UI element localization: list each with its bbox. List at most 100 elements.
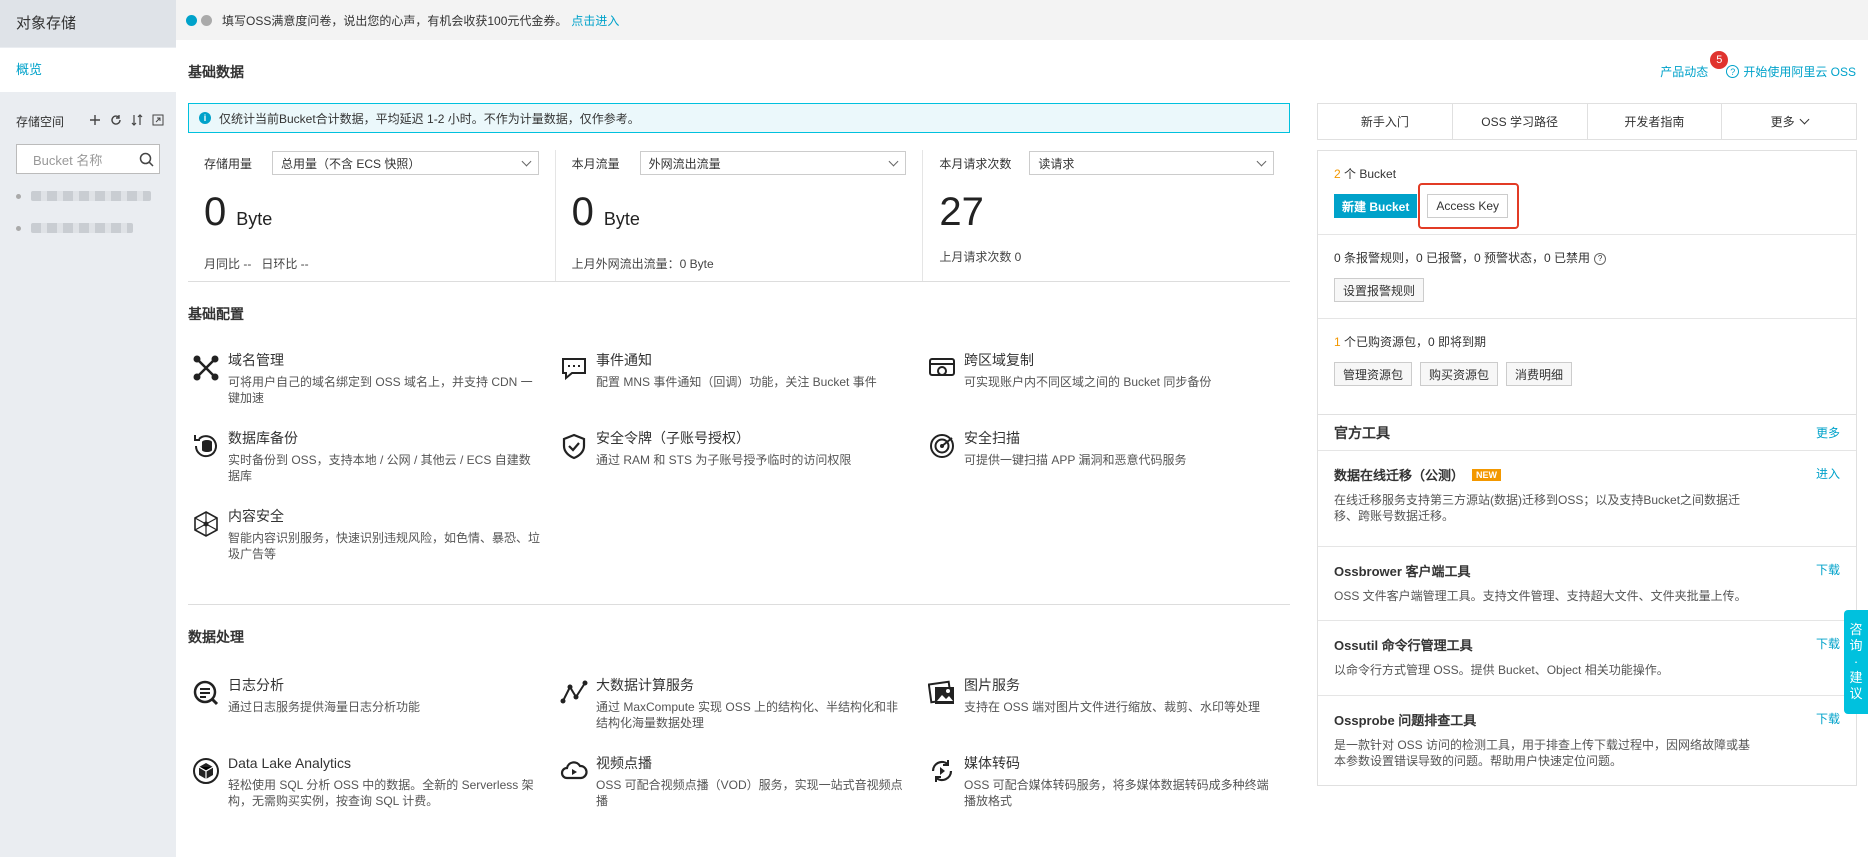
sidebar-item-overview[interactable]: 概览	[0, 48, 176, 92]
bucket-list-item[interactable]	[0, 212, 176, 244]
bucket-search-input[interactable]: Bucket 名称	[17, 150, 133, 169]
shield-check-icon	[556, 428, 592, 464]
feature-transcode[interactable]: 媒体转码 OSS 可配合媒体转码服务，将多媒体数据转码成多种终端播放格式	[924, 753, 1290, 809]
data-processing-title: 数据处理	[188, 629, 244, 645]
bucket-list-item[interactable]	[0, 180, 176, 212]
redacted-bucket-name	[31, 223, 133, 233]
redacted-bucket-name	[31, 191, 151, 201]
feature-image[interactable]: 图片服务 支持在 OSS 端对图片文件进行缩放、裁剪、水印等处理	[924, 675, 1290, 731]
tab-developer-guide[interactable]: 开发者指南	[1586, 104, 1722, 139]
package-text: 个已购资源包，0 即将到期	[1344, 335, 1487, 349]
search-icon[interactable]	[133, 152, 159, 167]
tool-action-link[interactable]: 下载	[1816, 710, 1840, 727]
refresh-icon[interactable]	[110, 114, 122, 129]
domain-icon	[188, 350, 224, 386]
feature-vod[interactable]: 视频点播 OSS 可配合视频点播（VOD）服务，实现一站式音视频点播	[556, 753, 924, 809]
banner-link[interactable]: 点击进入	[571, 12, 619, 29]
sort-icon[interactable]	[131, 113, 143, 129]
stat-label: 本月请求次数	[939, 156, 1012, 171]
access-key-button[interactable]: Access Key	[1418, 183, 1519, 229]
cube-icon	[188, 753, 224, 789]
feature-event[interactable]: 事件通知 配置 MNS 事件通知（回调）功能，关注 Bucket 事件	[556, 350, 924, 406]
requests-select[interactable]: 读请求	[1029, 151, 1275, 175]
feature-scan[interactable]: 安全扫描 可提供一键扫描 APP 漏洞和恶意代码服务	[924, 428, 1290, 484]
stat-unit: Byte	[603, 209, 640, 229]
stat-value: 27	[939, 190, 984, 234]
package-count: 1	[1334, 335, 1341, 349]
alarm-block: 0 条报警规则，0 已报警，0 预警状态，0 已禁用? 设置报警规则	[1318, 235, 1856, 319]
stat-value: 0	[571, 190, 594, 234]
stats-notice: i 仅统计当前Bucket合计数据，平均延迟 1-2 小时。不作为计量数据，仅作…	[188, 103, 1290, 133]
bucket-search[interactable]: Bucket 名称	[16, 144, 160, 174]
product-news-link[interactable]: 产品动态 5	[1660, 51, 1729, 80]
new-bucket-button[interactable]: 新建 Bucket	[1334, 194, 1418, 218]
tab-getting-started[interactable]: 新手入门	[1318, 104, 1452, 139]
stat-sub: 上月外网流出流量：0 Byte	[571, 257, 714, 271]
guide-tabs: 新手入门 OSS 学习路径 开发者指南 更多	[1317, 103, 1857, 140]
chevron-down-icon	[1256, 156, 1267, 166]
stat-sub: 上月请求次数 0	[939, 250, 1022, 264]
tab-learning-path[interactable]: OSS 学习路径	[1451, 104, 1587, 139]
section-divider	[188, 604, 1290, 605]
resource-package-block: 1 个已购资源包，0 即将到期 管理资源包 购买资源包 消费明细	[1318, 319, 1856, 403]
set-alarm-button[interactable]: 设置报警规则	[1334, 278, 1425, 302]
tool-action-link[interactable]: 进入	[1816, 465, 1840, 482]
radar-icon	[924, 428, 960, 464]
log-icon	[188, 675, 224, 711]
banner-text: 填写OSS满意度问卷，说出您的心声，有机会收获100元代金券。	[222, 13, 568, 28]
tab-more[interactable]: 更多	[1721, 104, 1856, 139]
video-icon	[556, 753, 592, 789]
info-icon: i	[199, 112, 211, 124]
feature-bigdata[interactable]: 大数据计算服务 通过 MaxCompute 实现 OSS 上的结构化、半结构化和非…	[556, 675, 924, 731]
storage-select[interactable]: 总用量（不含 ECS 快照）	[272, 151, 539, 175]
bucket-label: 个 Bucket	[1344, 167, 1397, 181]
sidebar: 对象存储 概览 存储空间 Bucket 名称	[0, 0, 176, 857]
survey-banner: 填写OSS满意度问卷，说出您的心声，有机会收获100元代金券。 点击进入	[176, 0, 1868, 40]
chevron-down-icon	[521, 156, 532, 166]
event-icon	[556, 350, 592, 386]
tool-item: Ossbrower 客户端工具 OSS 文件客户端管理工具。支持文件管理、支持超…	[1318, 547, 1856, 621]
tool-action-link[interactable]: 下载	[1816, 635, 1840, 652]
stats-row: 存储用量 总用量（不含 ECS 快照） 0 Byte 月同比 -- 日环比 -- …	[188, 150, 1290, 282]
bill-details-button[interactable]: 消费明细	[1506, 362, 1573, 386]
news-count-badge: 5	[1710, 51, 1729, 69]
traffic-select[interactable]: 外网流出流量	[639, 151, 907, 175]
stat-storage: 存储用量 总用量（不含 ECS 快照） 0 Byte 月同比 -- 日环比 --	[188, 150, 555, 281]
help-icon[interactable]: ?	[1594, 252, 1607, 265]
tools-header: 官方工具 更多	[1318, 415, 1856, 451]
stat-traffic: 本月流量 外网流出流量 0 Byte 上月外网流出流量：0 Byte	[554, 150, 923, 281]
tool-item: Ossutil 命令行管理工具 以命令行方式管理 OSS。提供 Bucket、O…	[1318, 621, 1856, 696]
expand-icon[interactable]	[152, 114, 164, 129]
bucket-block: 2 个 Bucket 新建 Bucket Access Key	[1318, 151, 1856, 235]
tool-action-link[interactable]: 下载	[1816, 561, 1840, 578]
buy-package-button[interactable]: 购买资源包	[1420, 362, 1499, 386]
manage-package-button[interactable]: 管理资源包	[1334, 362, 1413, 386]
feature-log[interactable]: 日志分析 通过日志服务提供海量日志分析功能	[188, 675, 556, 731]
stat-requests: 本月请求次数 读请求 27 上月请求次数 0	[922, 150, 1290, 281]
feature-domain[interactable]: 域名管理 可将用户自己的域名绑定到 OSS 域名上，并支持 CDN 一键加速	[188, 350, 556, 406]
main-content: 填写OSS满意度问卷，说出您的心声，有机会收获100元代金券。 点击进入 基础数…	[176, 0, 1868, 857]
stat-sub: 月同比 -- 日环比 --	[204, 257, 309, 271]
storage-space-label: 存储空间	[16, 114, 65, 129]
new-badge: NEW	[1472, 468, 1502, 481]
tool-item: Ossprobe 问题排查工具 是一款针对 OSS 访问的检测工具，用于排查上传…	[1334, 710, 1840, 768]
sidebar-title: 对象存储	[0, 0, 176, 47]
notice-text: 仅统计当前Bucket合计数据，平均延迟 1-2 小时。不作为计量数据，仅作参考…	[219, 111, 640, 126]
stat-label: 存储用量	[204, 156, 253, 171]
plus-icon[interactable]	[89, 114, 101, 129]
official-tools-panel: 官方工具 更多 数据在线迁移（公测） NEW 在线迁移服务支持第三方源站(数据)迁…	[1317, 414, 1857, 786]
feedback-float-tab[interactable]: 咨 询 · 建 议	[1844, 610, 1868, 714]
feature-sts[interactable]: 安全令牌（子账号授权） 通过 RAM 和 STS 为子账号授予临时的访问权限	[556, 428, 924, 484]
tools-more-link[interactable]: 更多	[1816, 424, 1840, 441]
dot-icon	[201, 14, 212, 26]
dot-icon	[186, 14, 197, 26]
feature-db-backup[interactable]: 数据库备份 实时备份到 OSS，支持本地 / 公网 / 其他云 / ECS 自建数…	[188, 428, 556, 484]
processing-grid: 日志分析 通过日志服务提供海量日志分析功能 大数据计算服务 通过 MaxComput…	[188, 675, 1290, 809]
feature-dla[interactable]: Data Lake Analytics 轻松使用 SQL 分析 OSS 中的数据。…	[188, 753, 556, 809]
help-icon: ?	[1726, 65, 1740, 78]
feature-content-security[interactable]: 内容安全 智能内容识别服务，快速识别违规风险，如色情、暴恐、垃圾广告等	[188, 506, 556, 562]
replication-icon	[924, 350, 960, 386]
alarm-text: 0 条报警规则，0 已报警，0 预警状态，0 已禁用	[1334, 251, 1591, 265]
start-using-link[interactable]: 开始使用阿里云 OSS	[1743, 63, 1856, 80]
feature-replication[interactable]: 跨区域复制 可实现账户内不同区域之间的 Bucket 同步备份	[924, 350, 1290, 406]
